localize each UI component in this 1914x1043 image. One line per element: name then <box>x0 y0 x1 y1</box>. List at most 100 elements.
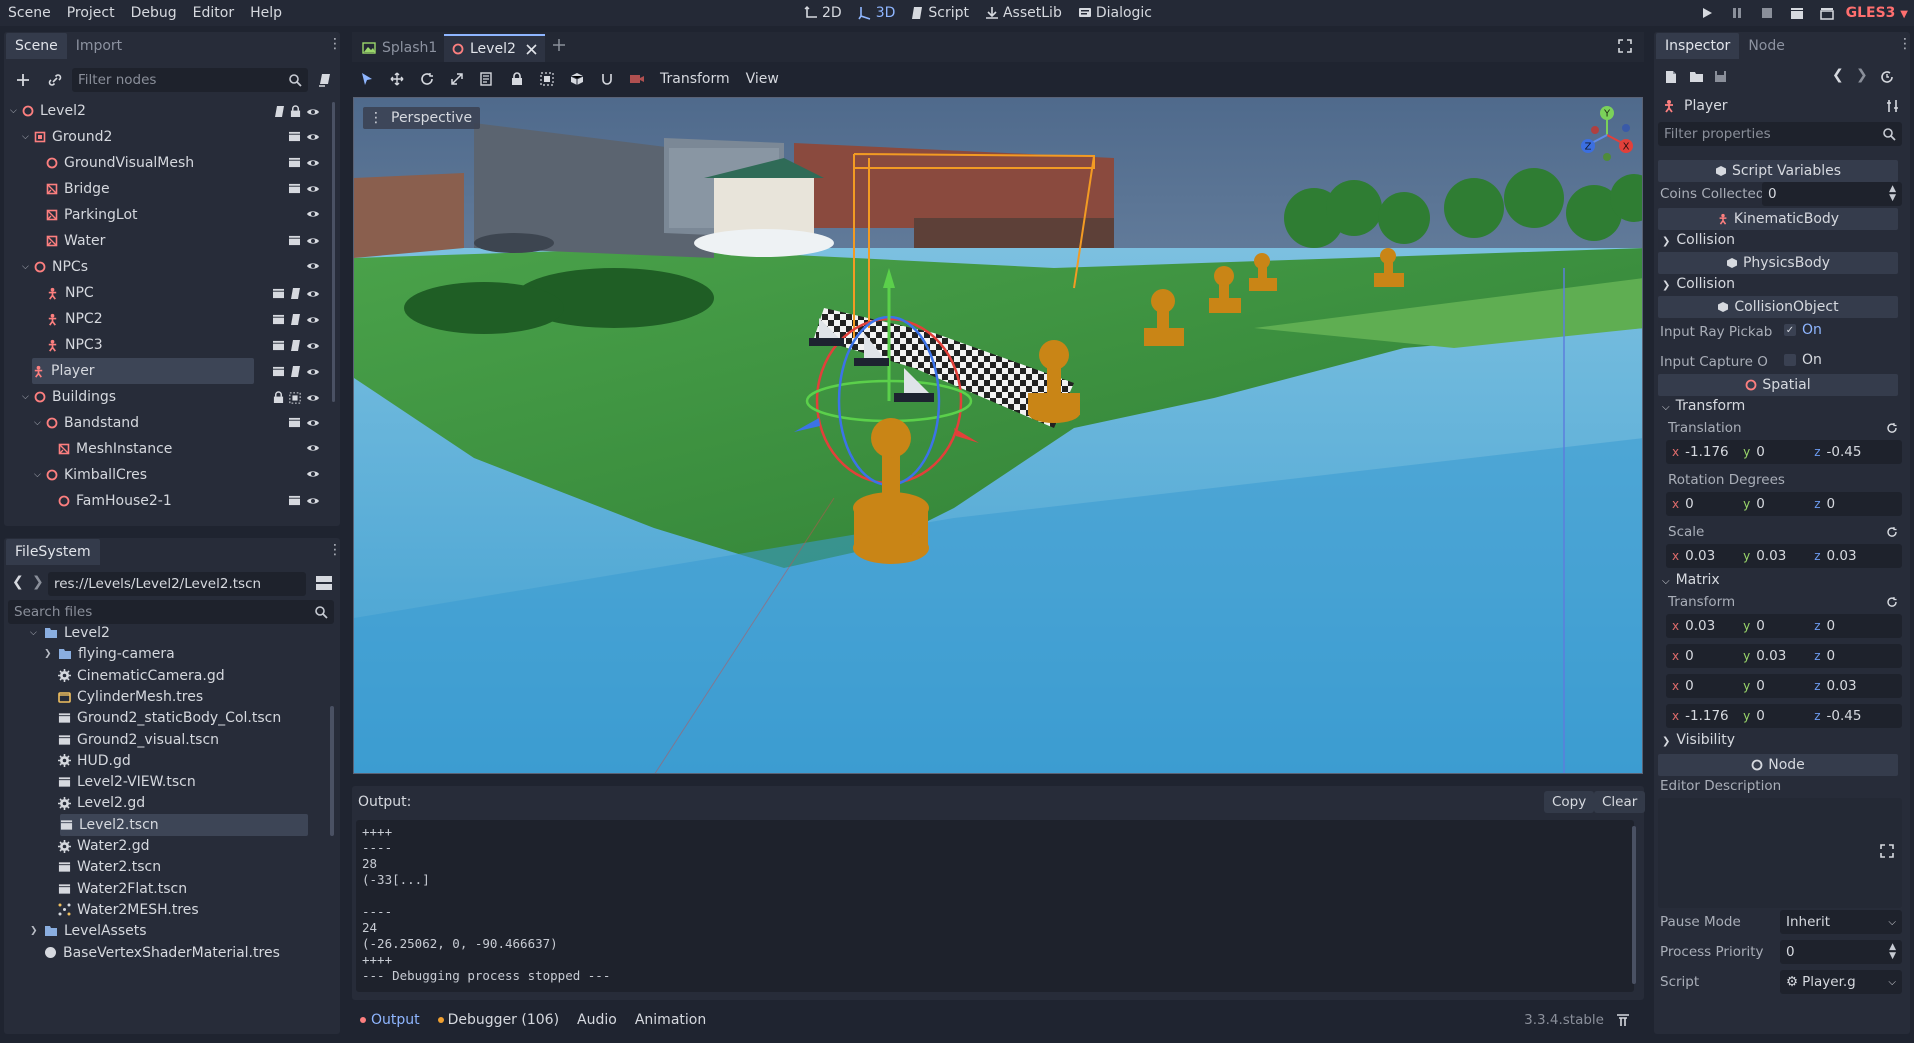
file-item[interactable]: Water2MESH.tres <box>44 899 199 921</box>
search-files-input[interactable]: Search files <box>8 600 334 624</box>
lock-button[interactable] <box>502 66 532 92</box>
reset-icon[interactable] <box>1886 422 1898 434</box>
tree-node[interactable]: Water <box>34 228 105 254</box>
open-scene-icon[interactable] <box>288 235 301 246</box>
visibility-eye-icon[interactable] <box>306 469 320 479</box>
visibility-eye-icon[interactable] <box>306 367 320 377</box>
menu-debug[interactable]: Debug <box>123 0 185 26</box>
matrix-y[interactable]: 0 <box>1756 678 1808 694</box>
view-gizmo[interactable]: Y X Z <box>1576 104 1638 166</box>
select-tool-button[interactable] <box>352 66 382 92</box>
editor-description-field[interactable] <box>1658 798 1902 908</box>
lock-icon[interactable] <box>273 391 284 404</box>
file-item[interactable]: CylinderMesh.tres <box>44 686 203 708</box>
chevron-down-icon[interactable]: ⌵ <box>30 628 44 638</box>
3d-viewport[interactable]: ⋮ Perspective Y X Z <box>353 97 1643 774</box>
dock-menu-icon[interactable]: ⋮ <box>328 37 342 51</box>
visibility-eye-icon[interactable] <box>306 418 320 428</box>
open-scene-icon[interactable] <box>288 417 301 428</box>
filter-properties-input[interactable]: Filter properties <box>1658 122 1902 146</box>
menu-help[interactable]: Help <box>242 0 290 26</box>
file-item[interactable]: Water2Flat.tscn <box>44 878 187 900</box>
tree-node[interactable]: NPC2 <box>34 306 103 332</box>
instance-scene-button[interactable] <box>44 69 66 91</box>
play-custom-scene-button[interactable] <box>1812 0 1842 26</box>
visibility-eye-icon[interactable] <box>306 393 320 403</box>
chevron-down-icon[interactable]: ⌵ <box>34 470 46 480</box>
chevron-right-icon[interactable]: ❯ <box>30 926 44 936</box>
matrix-z[interactable]: 0.03 <box>1827 678 1879 694</box>
open-folder-icon[interactable] <box>1689 70 1704 83</box>
rotation-x[interactable]: 0 <box>1685 496 1737 512</box>
open-scene-icon[interactable] <box>288 157 301 168</box>
save-icon[interactable] <box>1714 70 1727 83</box>
matrix-z[interactable]: 0 <box>1827 618 1879 634</box>
section-spatial[interactable]: Spatial <box>1658 374 1898 396</box>
script-icon[interactable] <box>290 339 301 352</box>
tools-icon[interactable] <box>1886 99 1900 113</box>
tree-node[interactable]: ⌵ Level2 <box>10 98 86 124</box>
script-icon[interactable] <box>290 365 301 378</box>
matrix-x[interactable]: 0 <box>1685 678 1737 694</box>
matrix-z[interactable]: -0.45 <box>1827 708 1879 724</box>
history-icon[interactable] <box>1880 70 1894 84</box>
open-scene-icon[interactable] <box>272 314 285 325</box>
file-item[interactable]: Level2.tscn <box>60 813 308 836</box>
bottom-tab-audio[interactable]: Audio <box>577 1012 617 1028</box>
filter-nodes-input[interactable]: Filter nodes <box>72 68 308 92</box>
open-scene-icon[interactable] <box>272 288 285 299</box>
path-field[interactable]: res://Levels/Level2/Level2.tscn <box>48 572 306 596</box>
chevron-down-icon[interactable]: ⌵ <box>10 106 22 116</box>
rotation-z[interactable]: 0 <box>1827 496 1879 512</box>
camera-override-button[interactable] <box>622 66 652 92</box>
section-script-variables[interactable]: Script Variables <box>1658 160 1898 182</box>
tree-node[interactable]: Bridge <box>34 176 110 202</box>
tree-node[interactable]: Player <box>32 358 254 384</box>
bottom-tab-animation[interactable]: Animation <box>635 1012 706 1028</box>
tree-node[interactable]: ⌵ Bandstand <box>34 410 139 436</box>
history-back-button[interactable]: ❮ <box>1832 67 1844 83</box>
file-item[interactable]: Ground2_visual.tscn <box>44 729 219 751</box>
translation-y[interactable]: 0 <box>1756 444 1808 460</box>
matrix-y[interactable]: 0 <box>1756 708 1808 724</box>
scene-tree-scrollbar[interactable] <box>332 102 335 402</box>
file-tree-scrollbar[interactable] <box>330 706 334 836</box>
expand-icon[interactable] <box>1880 844 1894 858</box>
scale-tool-button[interactable] <box>442 66 472 92</box>
tab-import[interactable]: Import <box>67 33 131 59</box>
visibility-eye-icon[interactable] <box>306 315 320 325</box>
renderer-selector[interactable]: GLES3 ▼ <box>1842 5 1914 21</box>
tree-node[interactable]: ⌵ KimballCres <box>34 462 147 488</box>
input-ray-pickable-checkbox[interactable]: ✓ On <box>1784 322 1822 338</box>
menu-scene[interactable]: Scene <box>0 0 59 26</box>
script-icon[interactable] <box>290 287 301 300</box>
tab-level2[interactable]: Level2 <box>444 34 545 62</box>
chevron-right-icon[interactable]: ❯ <box>44 649 58 659</box>
view-menu[interactable]: View <box>738 71 787 87</box>
pause-button[interactable] <box>1722 0 1752 26</box>
tree-node[interactable]: ⌵ Buildings <box>22 384 116 410</box>
visibility-eye-icon[interactable] <box>306 158 320 168</box>
spinner-icon[interactable]: ▲ ▼ <box>1889 943 1896 961</box>
coins-collected-field[interactable]: 0 ▲ ▼ <box>1762 182 1902 206</box>
file-item[interactable]: Level2-VIEW.tscn <box>44 771 196 793</box>
visibility-eye-icon[interactable] <box>306 289 320 299</box>
tree-node[interactable]: ParkingLot <box>34 202 138 228</box>
file-item[interactable]: CinematicCamera.gd <box>44 665 225 687</box>
scene-script-button[interactable] <box>314 69 336 91</box>
file-item[interactable]: HUD.gd <box>44 750 131 772</box>
folder-item[interactable]: ❯ flying-camera <box>44 643 175 665</box>
lock-icon[interactable] <box>290 105 301 118</box>
process-priority-field[interactable]: 0 ▲ ▼ <box>1780 940 1902 964</box>
visibility-eye-icon[interactable] <box>306 209 320 219</box>
workspace-script[interactable]: Script <box>903 5 977 21</box>
open-scene-icon[interactable] <box>272 340 285 351</box>
tree-node[interactable]: MeshInstance <box>46 436 172 462</box>
pin-panel-button[interactable] <box>1616 1013 1630 1031</box>
translation-z[interactable]: -0.45 <box>1827 444 1879 460</box>
open-scene-icon[interactable] <box>288 131 301 142</box>
file-item[interactable]: Water2.tscn <box>44 856 161 878</box>
open-scene-icon[interactable] <box>288 183 301 194</box>
rotate-tool-button[interactable] <box>412 66 442 92</box>
visibility-eye-icon[interactable] <box>306 236 320 246</box>
